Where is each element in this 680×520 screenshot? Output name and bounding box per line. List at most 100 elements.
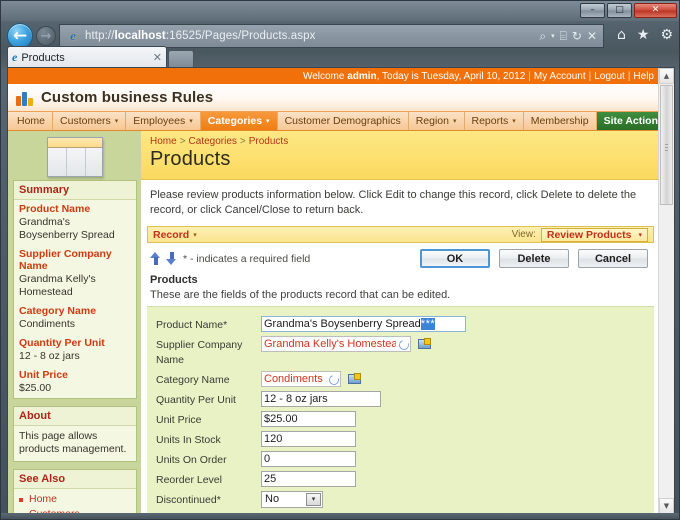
input-reorder-level[interactable]: 25 [261, 470, 356, 487]
browser-chrome: – □ ✕ ← → e http://localhost:16525/Pages… [1, 1, 679, 69]
scroll-up-button[interactable]: ▲ [659, 68, 674, 84]
welcome-sep-3: | [627, 70, 631, 82]
input-product-name[interactable]: Grandma's Boysenberry Spread *** [261, 315, 466, 332]
nav-item-reports[interactable]: Reports ▾ [465, 112, 524, 130]
form-heading: Products [150, 274, 198, 286]
nav-item-region[interactable]: Region ▾ [409, 112, 465, 130]
home-icon[interactable]: ⌂ [617, 27, 626, 43]
about-panel: About This page allows products manageme… [13, 406, 137, 462]
breadcrumb-item-products[interactable]: Products [249, 136, 288, 147]
nav-item-label: Reports [471, 115, 509, 127]
edit-pencil-icon[interactable] [398, 339, 408, 349]
view-dropdown[interactable]: Review Products ▾ [540, 227, 648, 242]
nav-item-label: Customers [60, 115, 111, 127]
form-row: Units In Stock 120 [147, 429, 654, 449]
nav-item-label: Home [17, 115, 46, 127]
tab-close-icon[interactable]: ✕ [153, 51, 162, 64]
field-control: 12 - 8 oz jars [261, 390, 381, 407]
scroll-down-button[interactable]: ▼ [659, 498, 674, 514]
record-menu-label[interactable]: Record [153, 229, 189, 241]
select-discontinued[interactable]: No ▾ [261, 490, 323, 508]
lookup-supplier-company-name[interactable]: Grandma Kelly's Homestead [261, 335, 411, 352]
url-path: :16525/Pages/Products.aspx [165, 30, 316, 42]
breadcrumb-item-categories[interactable]: Categories [189, 136, 237, 147]
required-marker: * [216, 493, 221, 506]
vertical-scrollbar[interactable]: ▲ ▼ [658, 68, 674, 514]
form-section: Products These are the fields of the pro… [141, 272, 660, 514]
next-record-arrow-down-icon[interactable] [166, 252, 177, 265]
minimize-button[interactable]: – [580, 3, 605, 18]
field-label-quantity-per-unit: Quantity Per Unit [156, 391, 261, 408]
welcome-username: admin [347, 70, 377, 82]
form-row: Category Name Condiments [147, 369, 654, 389]
search-icon[interactable]: ⌕ [539, 29, 546, 44]
forward-icon[interactable]: → [36, 26, 56, 46]
tab-favicon-icon: e [12, 50, 18, 64]
web-page: Welcome admin, Today is Tuesday, April 1… [8, 68, 660, 514]
form-row: Product Name* Grandma's Boysenberry Sprea… [147, 314, 654, 334]
site-brand-header: Custom business Rules [8, 84, 660, 112]
tab-label: Products [21, 51, 65, 64]
summary-value: Condiments [19, 318, 76, 330]
my-account-link[interactable]: My Account [534, 71, 586, 82]
form-fields: Product Name* Grandma's Boysenberry Sprea… [147, 306, 654, 514]
record-menu-chevron-down-icon[interactable]: ▾ [193, 231, 197, 239]
welcome-sep-1: | [528, 70, 531, 82]
edit-pencil-icon[interactable] [328, 374, 338, 384]
summary-value: $25.00 [19, 382, 52, 394]
address-bar[interactable]: e http://localhost:16525/Pages/Products.… [59, 24, 604, 48]
input-units-in-stock[interactable]: 120 [261, 430, 356, 447]
breadcrumb-item-home[interactable]: Home [150, 136, 177, 147]
scrollbar-thumb[interactable] [660, 85, 673, 205]
compatibility-view-icon[interactable]: ⌸ [560, 29, 567, 44]
nav-item-membership[interactable]: Membership [524, 112, 597, 130]
chevron-down-icon: ▾ [189, 117, 193, 125]
input-value: 12 - 8 oz jars [264, 392, 328, 405]
top-delete-button[interactable]: Delete [499, 249, 569, 268]
new-tab-button[interactable] [168, 50, 194, 68]
nav-item-employees[interactable]: Employees ▾ [126, 112, 201, 130]
open-new-window-icon[interactable] [348, 373, 361, 384]
field-label-text: Unit Price [156, 413, 202, 426]
field-control: $25.00 [261, 410, 356, 427]
page-viewport: Welcome admin, Today is Tuesday, April 1… [7, 67, 675, 515]
help-link[interactable]: Help [633, 71, 654, 82]
favorites-icon[interactable]: ★ [637, 27, 650, 43]
field-label-unit-price: Unit Price [156, 411, 261, 428]
tab-products[interactable]: e Products ✕ [7, 46, 167, 68]
field-control: No ▾ [261, 490, 323, 508]
url-host: localhost [114, 30, 166, 42]
field-label-units-on-order: Units On Order [156, 451, 261, 468]
url-text[interactable]: http://localhost:16525/Pages/Products.as… [85, 30, 539, 42]
see-also-list: HomeCustomersEmployeesCustomer [14, 489, 136, 514]
about-text: This page allows products management. [19, 430, 127, 455]
top-ok-button[interactable]: OK [420, 249, 490, 268]
close-window-button[interactable]: ✕ [634, 3, 677, 18]
input-quantity-per-unit[interactable]: 12 - 8 oz jars [261, 390, 381, 407]
nav-item-label: Customer Demographics [284, 115, 401, 127]
nav-item-site-actions[interactable]: Site Actions▾ [596, 112, 660, 130]
field-label-category-name: Category Name [156, 371, 261, 388]
nav-item-customers[interactable]: Customers ▾ [53, 112, 127, 130]
nav-item-customer-demographics[interactable]: Customer Demographics [278, 112, 409, 130]
maximize-button[interactable]: □ [607, 3, 632, 18]
stop-icon[interactable]: ✕ [587, 29, 597, 43]
nav-item-categories[interactable]: Categories ▾ [200, 112, 278, 130]
open-new-window-icon[interactable] [418, 338, 431, 349]
top-cancel-button[interactable]: Cancel [578, 249, 648, 268]
input-unit-price[interactable]: $25.00 [261, 410, 356, 427]
chevron-down-icon[interactable]: ▾ [551, 32, 555, 40]
field-control: Condiments [261, 370, 361, 387]
page-instructions: Please review products information below… [141, 180, 660, 226]
see-also-link-home[interactable]: Home [19, 492, 131, 507]
previous-record-arrow-up-icon[interactable] [150, 252, 161, 265]
chevron-down-icon: ▾ [512, 117, 516, 125]
refresh-icon[interactable]: ↻ [572, 29, 582, 43]
logout-link[interactable]: Logout [594, 71, 625, 82]
field-label-text: Supplier Company Name [156, 338, 243, 366]
selected-text: *** [420, 317, 436, 330]
tools-gear-icon[interactable]: ⚙ [660, 27, 673, 43]
nav-item-home[interactable]: Home [10, 112, 54, 130]
lookup-category-name[interactable]: Condiments [261, 370, 341, 387]
input-units-on-order[interactable]: 0 [261, 450, 356, 467]
